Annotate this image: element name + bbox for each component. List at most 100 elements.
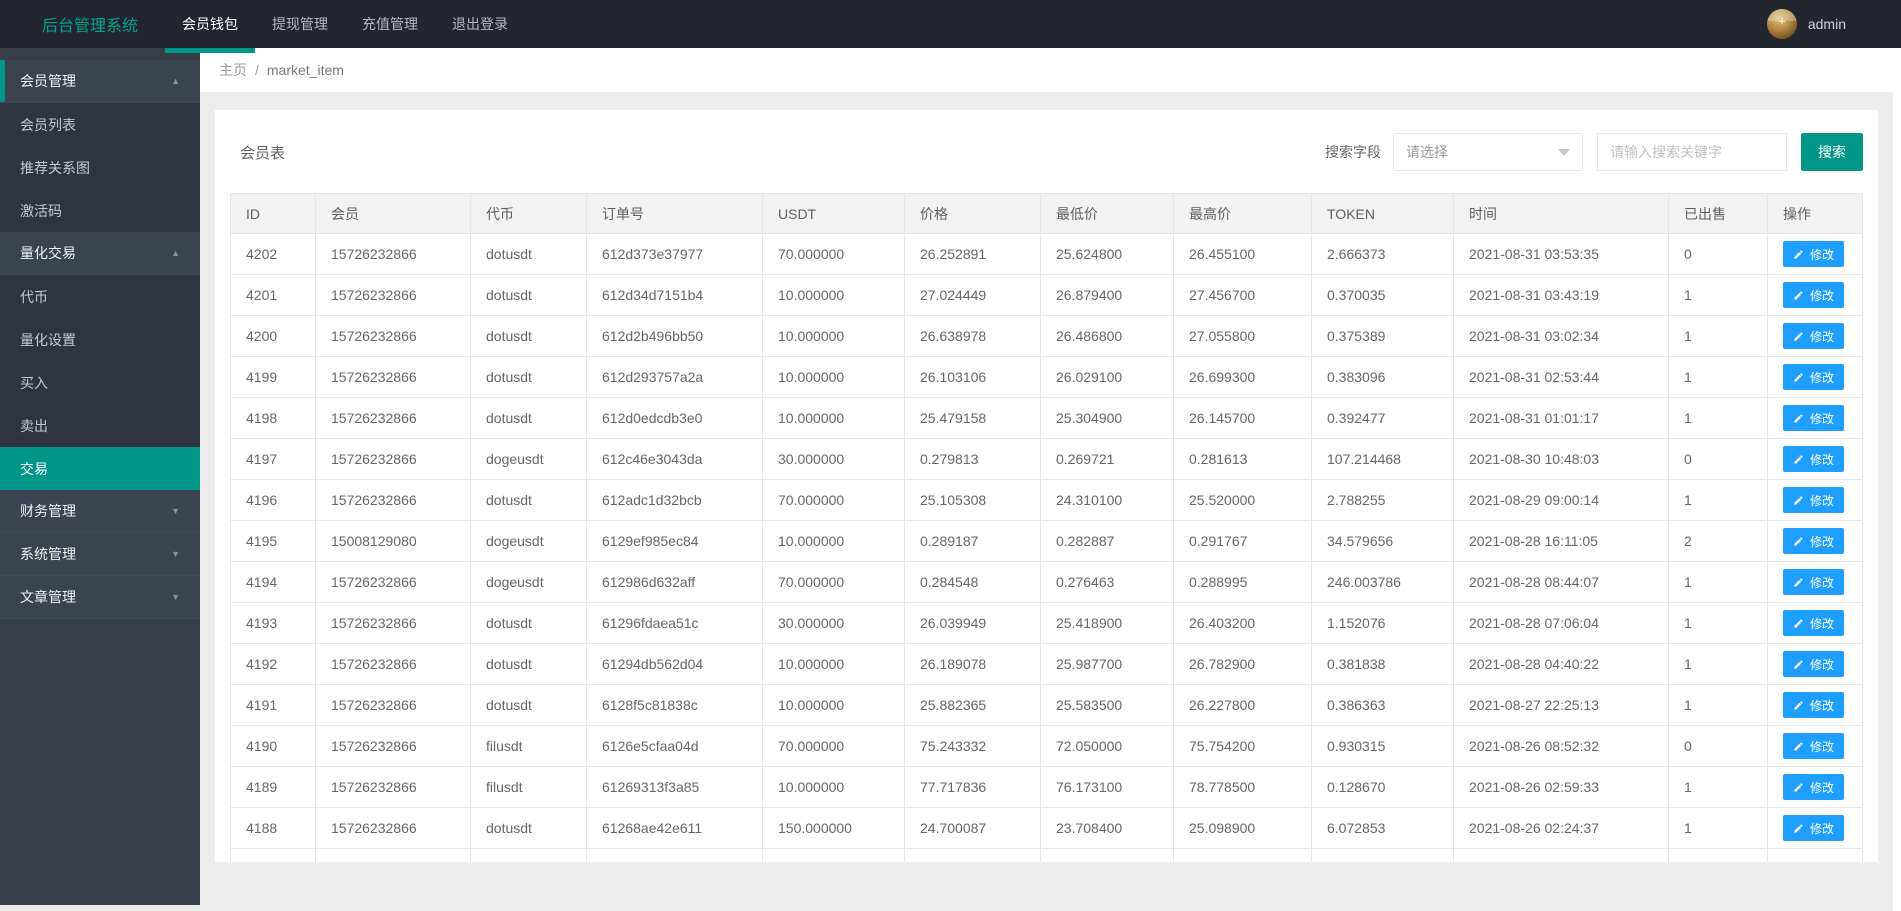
table-cell: 1	[1668, 479, 1768, 521]
table-cell: dogeusdt	[470, 438, 587, 480]
column-header: 最高价	[1173, 193, 1312, 234]
chevron-down-icon: ▼	[171, 549, 180, 559]
scrollbar[interactable]	[1893, 48, 1901, 911]
edit-button[interactable]: 修改	[1783, 733, 1845, 759]
edit-button[interactable]: 修改	[1783, 774, 1845, 800]
sidebar-item-2[interactable]: 会员列表	[0, 103, 200, 146]
actions-cell: 修改	[1767, 643, 1863, 685]
table-cell: 24.700087	[904, 807, 1041, 849]
table-cell: 0	[1668, 233, 1768, 275]
table-cell: 0.284548	[904, 561, 1041, 603]
table-cell: 25.098900	[1173, 807, 1312, 849]
table-cell: 612d373e37977	[586, 233, 763, 275]
table-cell: 2021-08-28 04:40:22	[1453, 643, 1669, 685]
table-cell: 4195	[230, 520, 316, 562]
table-cell: 4191	[230, 684, 316, 726]
sidebar-item-1[interactable]: 会员管理 ▲	[0, 60, 200, 103]
sidebar-item-label: 卖出	[20, 417, 48, 434]
search-field-select[interactable]: 请选择	[1393, 133, 1583, 171]
pencil-icon	[1793, 782, 1804, 793]
table-cell: 0.370035	[1311, 274, 1454, 316]
edit-button[interactable]: 修改	[1783, 282, 1845, 308]
sidebar-item-6[interactable]: 代币	[0, 275, 200, 318]
table-cell	[315, 848, 471, 862]
panel-title: 会员表	[240, 144, 286, 162]
edit-button[interactable]: 修改	[1783, 569, 1845, 595]
edit-button-label: 修改	[1810, 329, 1835, 344]
sidebar-item-12[interactable]: 系统管理 ▼	[0, 533, 200, 576]
nav-tab-4[interactable]: 退出登录	[435, 0, 525, 48]
table-cell: 15726232866	[315, 397, 471, 439]
table-cell: 15726232866	[315, 602, 471, 644]
table-cell: 4192	[230, 643, 316, 685]
edit-button[interactable]: 修改	[1783, 610, 1845, 636]
table-cell: 27.024449	[904, 274, 1041, 316]
table-cell: 15726232866	[315, 725, 471, 767]
sidebar-item-7[interactable]: 量化设置	[0, 318, 200, 361]
table-cell: dotusdt	[470, 397, 587, 439]
nav-tab-2[interactable]: 提现管理	[255, 0, 345, 48]
column-header: 操作	[1767, 193, 1863, 234]
table-cell: 15726232866	[315, 561, 471, 603]
sidebar-item-10[interactable]: 交易	[0, 447, 200, 490]
table-cell: 1	[1668, 561, 1768, 603]
sidebar: 会员管理 ▲ 会员列表推荐关系图激活码 量化交易 ▲ 代币量化设置买入卖出交易 财务管理 ▼ 系…	[0, 48, 200, 905]
nav-tab-3[interactable]: 充值管理	[345, 0, 435, 48]
table-cell: 612d293757a2a	[586, 356, 763, 398]
chevron-down-icon	[1558, 148, 1570, 156]
sidebar-item-13[interactable]: 文章管理 ▼	[0, 576, 200, 619]
sidebar-item-3[interactable]: 推荐关系图	[0, 146, 200, 189]
user-menu[interactable]: admin	[1766, 9, 1901, 39]
search-field-label: 搜索字段	[1325, 144, 1381, 160]
table-cell: 4194	[230, 561, 316, 603]
actions-cell: 修改	[1767, 397, 1863, 439]
table-cell: 10.000000	[762, 397, 905, 439]
table-cell: 10.000000	[762, 356, 905, 398]
table-cell: 72.050000	[1040, 725, 1174, 767]
table-cell: 2021-08-29 09:00:14	[1453, 479, 1669, 521]
table-cell: 26.638978	[904, 315, 1041, 357]
table-cell: dotusdt	[470, 807, 587, 849]
table-row: 4201 15726232866 dotusdt 612d34d7151b4 10.00…	[230, 274, 1863, 316]
table-cell: 0.289187	[904, 520, 1041, 562]
search-input[interactable]	[1597, 133, 1787, 171]
table-cell: 26.879400	[1040, 274, 1174, 316]
sidebar-item-11[interactable]: 财务管理 ▼	[0, 490, 200, 533]
sidebar-item-8[interactable]: 买入	[0, 361, 200, 404]
table-cell: filusdt	[470, 766, 587, 808]
table-cell: 25.418900	[1040, 602, 1174, 644]
username: admin	[1807, 16, 1846, 32]
sidebar-item-5[interactable]: 量化交易 ▲	[0, 232, 200, 275]
edit-button[interactable]: 修改	[1783, 323, 1845, 349]
edit-button[interactable]: 修改	[1783, 446, 1845, 472]
sidebar-item-label: 推荐关系图	[20, 159, 90, 176]
table-cell: 612986d632aff	[586, 561, 763, 603]
sidebar-item-label: 量化设置	[20, 331, 76, 348]
edit-button[interactable]: 修改	[1783, 815, 1845, 841]
table-cell: 0.279813	[904, 438, 1041, 480]
edit-button[interactable]: 修改	[1783, 405, 1845, 431]
table-cell: 15726232866	[315, 479, 471, 521]
edit-button[interactable]: 修改	[1783, 692, 1845, 718]
table-cell: 246.003786	[1311, 561, 1454, 603]
table-cell: 0.288995	[1173, 561, 1312, 603]
table-cell: 0.291767	[1173, 520, 1312, 562]
table-cell: 1.152076	[1311, 602, 1454, 644]
table-cell: 2021-08-30 10:48:03	[1453, 438, 1669, 480]
edit-button[interactable]: 修改	[1783, 364, 1845, 390]
table-row: 4190 15726232866 filusdt 6126e5cfaa04d 70.00…	[230, 725, 1863, 767]
nav-tab-1[interactable]: 会员钱包	[165, 0, 255, 53]
orders-table: ID 会员 代币 订单号 USDT 价格 最低价 最高价 TOKEN 时间 已出售 操作 4202 15…	[230, 193, 1863, 862]
table-cell: 4197	[230, 438, 316, 480]
breadcrumb-home-link[interactable]: 主页	[219, 60, 247, 80]
edit-button[interactable]: 修改	[1783, 651, 1845, 677]
sidebar-item-4[interactable]: 激活码	[0, 189, 200, 232]
edit-button[interactable]: 修改	[1783, 528, 1845, 554]
table-cell: 2021-08-28 07:06:04	[1453, 602, 1669, 644]
edit-button[interactable]: 修改	[1783, 241, 1845, 267]
sidebar-item-9[interactable]: 卖出	[0, 404, 200, 447]
table-cell: 26.455100	[1173, 233, 1312, 275]
edit-button[interactable]: 修改	[1783, 487, 1845, 513]
edit-button-label: 修改	[1810, 288, 1835, 303]
search-button[interactable]: 搜索	[1801, 133, 1863, 171]
